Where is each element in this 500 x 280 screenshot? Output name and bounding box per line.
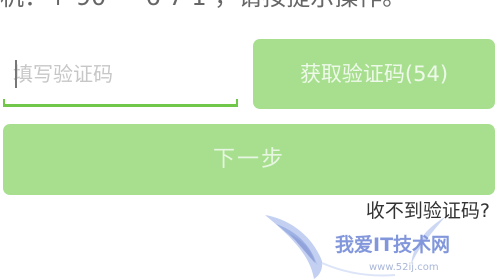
next-step-button[interactable]: 下一步 bbox=[3, 124, 495, 195]
instruction-text: 机：+ 90 一 6 7 1 ，请按提示操作。 bbox=[0, 0, 500, 12]
watermark-url: www.52ij.com bbox=[369, 262, 439, 273]
watermark-title: 我爱IT技术网 bbox=[335, 234, 451, 256]
get-verification-code-button[interactable]: 获取验证码(54) bbox=[253, 39, 495, 109]
verification-code-input[interactable] bbox=[3, 42, 238, 106]
verification-page: 机：+ 90 一 6 7 1 ，请按提示操作。 获取验证码(54) 下一步 收不… bbox=[0, 0, 500, 280]
text-cursor bbox=[15, 60, 17, 88]
site-watermark: 我爱IT技术网 www.52ij.com bbox=[265, 205, 500, 280]
code-input-container[interactable] bbox=[3, 42, 238, 108]
input-underline bbox=[3, 99, 238, 107]
